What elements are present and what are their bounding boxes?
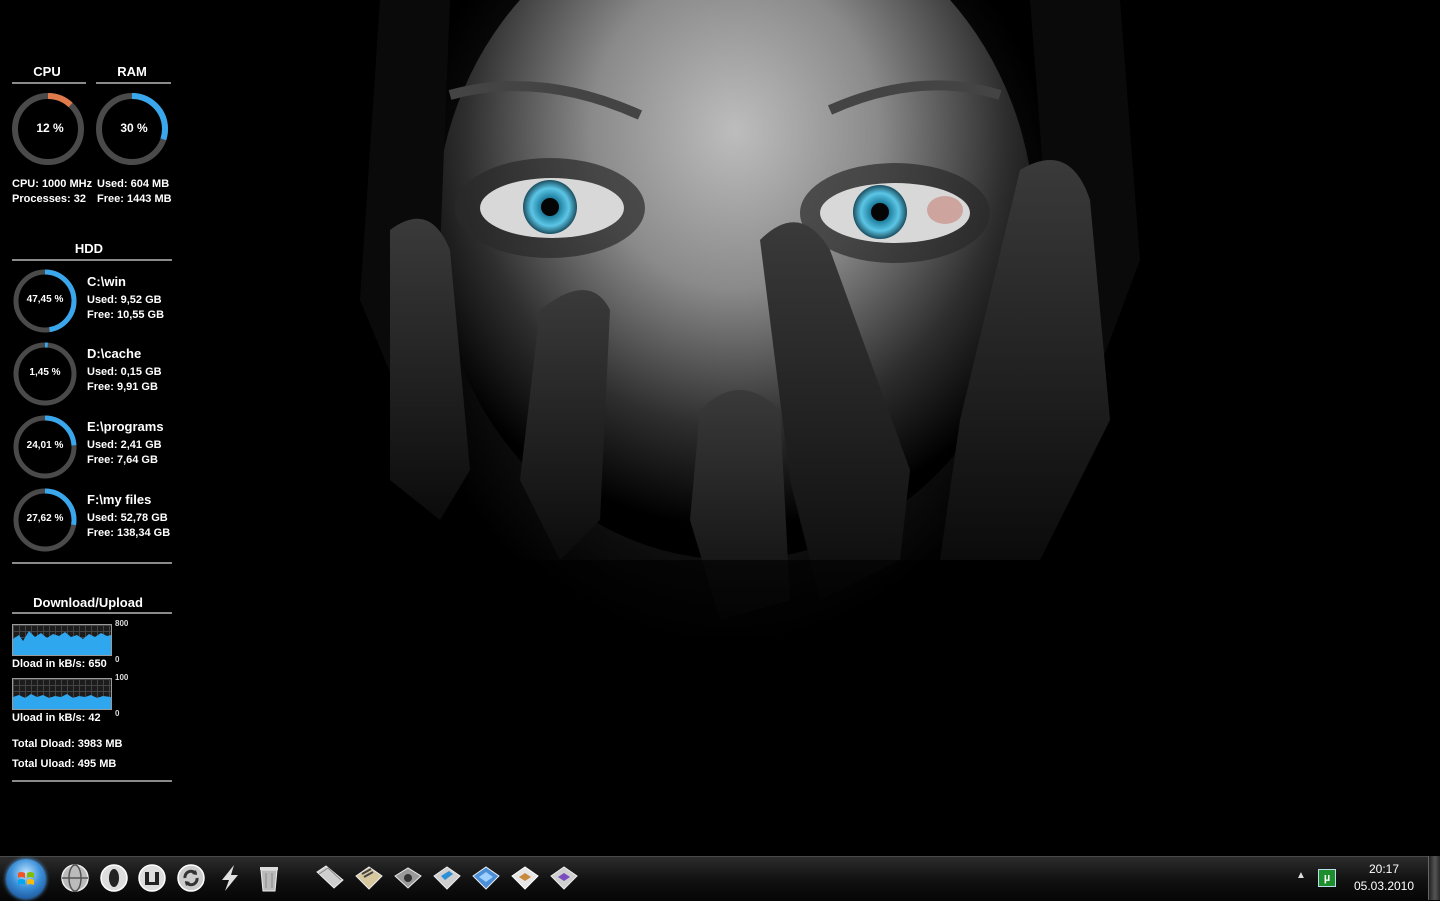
clock-time: 20:17: [1368, 862, 1400, 876]
drive-c-name: C:\win: [87, 274, 126, 289]
tray-overflow-arrow-icon[interactable]: ▲: [1296, 870, 1306, 881]
drive-d-used: Used: 0,15 GB: [87, 366, 162, 378]
opera-icon[interactable]: [98, 862, 130, 894]
clock-date: 05.03.2010: [1353, 879, 1415, 893]
total-download: Total Dload: 3983 MB: [12, 738, 123, 750]
drive-c-used: Used: 9,52 GB: [87, 294, 162, 306]
refresh-icon[interactable]: [175, 862, 207, 894]
system-monitor-gadget: CPU 12 % CPU: 1000 MHz Processes: 32 RAM…: [0, 0, 185, 800]
folder-icon[interactable]: [509, 862, 541, 894]
ram-used: Used: 604 MB: [97, 178, 170, 190]
windows-logo-icon: [18, 872, 34, 885]
upload-rate: Uload in kB/s: 42: [12, 712, 101, 724]
start-button[interactable]: [6, 859, 46, 899]
cpu-processes: Processes: 32: [12, 193, 86, 205]
folder-icon[interactable]: [431, 862, 463, 894]
download-graph-plot: [13, 631, 111, 655]
ram-divider: [96, 82, 171, 84]
drive-d-name: D:\cache: [87, 346, 142, 361]
cpu-divider: [12, 82, 86, 84]
wallpaper-face-image: [360, 0, 1140, 856]
network-bottom-divider: [12, 780, 172, 782]
upload-scale-max: 100: [115, 673, 129, 682]
upload-scale-min: 0: [115, 709, 120, 718]
drive-f-used: Used: 52,78 GB: [87, 512, 168, 524]
download-rate: Dload in kB/s: 650: [12, 658, 107, 670]
drive-e-percent: 24,01 %: [26, 440, 64, 451]
drive-e-name: E:\programs: [87, 419, 164, 434]
drive-e-used: Used: 2,41 GB: [87, 439, 162, 451]
winamp-icon[interactable]: [214, 862, 246, 894]
hdd-title: HDD: [74, 241, 104, 256]
hdd-divider: [12, 259, 172, 261]
cpu-frequency: CPU: 1000 MHz: [12, 178, 93, 190]
folder-icon[interactable]: [314, 862, 346, 894]
upload-graph: [12, 678, 112, 710]
cpu-percent: 12 %: [36, 121, 64, 135]
taskbar-clock[interactable]: 20:17 05.03.2010: [1348, 861, 1420, 895]
upload-graph-plot: [13, 694, 111, 709]
drive-f-percent: 27,62 %: [26, 513, 64, 524]
download-scale-min: 0: [115, 655, 120, 664]
total-upload: Total Uload: 495 MB: [12, 758, 117, 770]
show-desktop-button[interactable]: [1428, 856, 1440, 900]
drive-icon[interactable]: [392, 862, 424, 894]
download-scale-max: 800: [115, 619, 129, 628]
ram-percent: 30 %: [120, 121, 148, 135]
cpu-title: CPU: [33, 64, 61, 79]
recycle-bin-icon[interactable]: [253, 862, 285, 894]
hdd-bottom-divider: [12, 562, 172, 564]
folder-icon[interactable]: [353, 862, 385, 894]
drive-c-free: Free: 10,55 GB: [87, 309, 165, 321]
drive-d-free: Free: 9,91 GB: [87, 381, 158, 393]
utorrent-tray-icon[interactable]: µ: [1318, 869, 1336, 887]
globe-icon[interactable]: [59, 862, 91, 894]
ram-title: RAM: [117, 64, 147, 79]
drive-f-free: Free: 138,34 GB: [87, 527, 171, 539]
ram-free: Free: 1443 MB: [97, 193, 172, 205]
download-graph: [12, 624, 112, 656]
desktop-wallpaper: [0, 0, 1440, 856]
network-divider: [12, 612, 172, 614]
taskbar: [0, 856, 1440, 901]
drive-c-percent: 47,45 %: [26, 294, 64, 305]
folder-icon[interactable]: [548, 862, 580, 894]
network-title: Download/Upload: [33, 595, 143, 610]
drive-e-free: Free: 7,64 GB: [87, 454, 158, 466]
unreal-icon[interactable]: [136, 862, 168, 894]
folder-icon[interactable]: [470, 862, 502, 894]
drive-f-name: F:\my files: [87, 492, 152, 507]
drive-d-percent: 1,45 %: [29, 367, 61, 378]
